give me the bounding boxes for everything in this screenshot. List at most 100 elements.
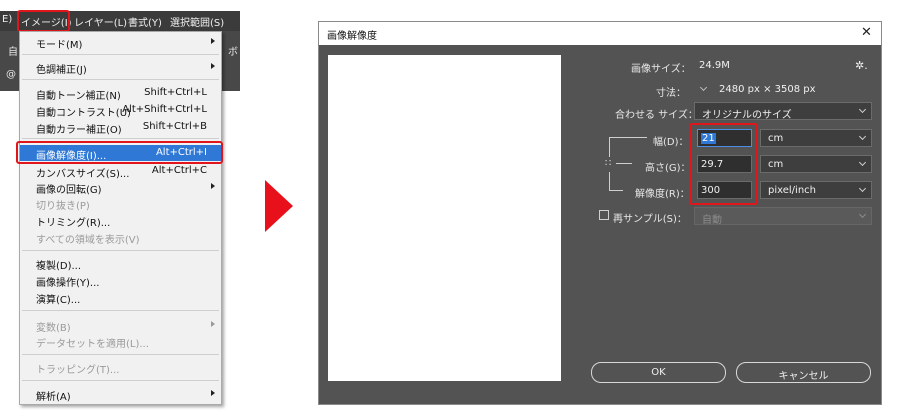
menu-item-analysis[interactable]: 解析(A) <box>20 386 221 403</box>
link-bracket-bottom-line <box>609 190 623 191</box>
menu-item-label: 解析(A) <box>36 392 71 403</box>
image-size-value: 24.9M <box>699 60 730 71</box>
ok-button[interactable]: OK <box>591 362 726 383</box>
image-size-label: 画像サイズ： <box>631 64 691 75</box>
menu-item-shortcut: Shift+Ctrl+L <box>144 87 207 98</box>
menu-item-label: カンバスサイズ(S)... <box>36 169 130 180</box>
submenu-arrow-icon <box>211 63 215 69</box>
menu-item-duplicate[interactable]: 複製(D)... <box>20 255 221 272</box>
menu-item-image-rotation[interactable]: 画像の回転(G) <box>20 179 221 196</box>
behind-text-3: @ <box>6 69 16 80</box>
link-bracket-bottom <box>609 172 610 190</box>
menu-item-auto-color[interactable]: 自動カラー補正(O) Shift+Ctrl+B <box>20 119 221 136</box>
submenu-arrow-icon <box>211 183 215 189</box>
chevron-down-icon <box>858 158 867 167</box>
height-unit-select[interactable]: cm <box>760 155 872 173</box>
menu-item-label: 変数(B) <box>36 323 71 334</box>
submenu-arrow-icon <box>211 390 215 396</box>
menu-item-label: 自動コントラスト(U) <box>36 108 131 119</box>
chevron-down-icon <box>858 132 867 141</box>
menu-item-variables: 変数(B) <box>20 317 221 334</box>
menu-divider <box>22 250 219 251</box>
menu-item-label: 画像操作(Y)... <box>36 278 100 289</box>
callout-image-menu <box>17 10 70 32</box>
submenu-arrow-icon <box>211 321 215 327</box>
menu-item-shortcut: Shift+Ctrl+B <box>142 121 207 132</box>
ok-button-label: OK <box>651 367 666 378</box>
menubar-item-type[interactable]: 書式(Y) <box>128 14 162 29</box>
menu-item-label: トラッピング(T)... <box>36 365 120 376</box>
menu-item-mode[interactable]: モード(M) <box>20 34 221 51</box>
menu-divider <box>22 310 219 311</box>
menubar-item-edit[interactable]: E) <box>2 14 12 25</box>
menu-item-label: 色調補正(J) <box>36 65 87 76</box>
menu-item-label: すべての領域を表示(V) <box>36 235 140 246</box>
menu-item-auto-tone[interactable]: 自動トーン補正(N) Shift+Ctrl+L <box>20 85 221 102</box>
menu-divider <box>22 79 219 80</box>
behind-text-2: ボ <box>228 47 238 58</box>
image-preview[interactable] <box>328 55 561 381</box>
close-icon[interactable]: ✕ <box>861 25 872 40</box>
menu-item-label: 自動カラー補正(O) <box>36 125 122 136</box>
right-arrow-icon <box>265 180 293 232</box>
image-size-dialog: 画像解像度 ✕ 画像サイズ： 24.9M ✲. 寸法： 2480 px × 35… <box>318 21 882 405</box>
link-bracket-mid-line <box>616 163 632 164</box>
chevron-down-icon <box>858 105 867 114</box>
menu-divider <box>22 354 219 355</box>
menu-item-auto-contrast[interactable]: 自動コントラスト(U) Alt+Shift+Ctrl+L <box>20 102 221 119</box>
menu-item-apply-data-set: データセットを適用(L)... <box>20 333 221 350</box>
resample-value: 自動 <box>702 215 722 226</box>
width-unit-select[interactable]: cm <box>760 129 872 147</box>
link-bracket-top <box>609 137 610 157</box>
callout-image-size-item <box>16 141 223 164</box>
menu-divider <box>22 138 219 139</box>
menu-item-label: データセットを適用(L)... <box>36 339 149 350</box>
chain-link-icon[interactable]: ∷ <box>605 158 611 169</box>
menubar-item-select[interactable]: 選択範囲(S) <box>170 14 224 29</box>
menu-item-shortcut: Alt+Shift+Ctrl+L <box>122 104 207 115</box>
dialog-title: 画像解像度 <box>327 31 377 42</box>
fit-to-label: 合わせる サイズ： <box>615 110 698 121</box>
width-unit-value: cm <box>768 133 784 144</box>
resolution-unit-value: pixel/inch <box>768 185 816 196</box>
cancel-button[interactable]: キャンセル <box>736 362 871 383</box>
menu-item-reveal-all: すべての領域を表示(V) <box>20 229 221 246</box>
height-unit-value: cm <box>768 159 784 170</box>
menu-item-apply-image[interactable]: 画像操作(Y)... <box>20 272 221 289</box>
menu-item-trapping: トラッピング(T)... <box>20 359 221 376</box>
chevron-down-icon <box>858 210 867 219</box>
submenu-arrow-icon <box>211 38 215 44</box>
height-label: 高さ(G)： <box>645 163 691 174</box>
dialog-titlebar: 画像解像度 ✕ <box>319 22 881 45</box>
menu-item-adjustments[interactable]: 色調補正(J) <box>20 59 221 76</box>
resample-label: 再サンプル(S)： <box>613 214 687 225</box>
menu-item-calculations[interactable]: 演算(C)... <box>20 289 221 306</box>
menu-item-crop: 切り抜き(P) <box>20 195 221 212</box>
menubar-item-layer[interactable]: レイヤー(L) <box>74 14 127 29</box>
menu-item-shortcut: Alt+Ctrl+C <box>151 165 207 176</box>
resolution-label: 解像度(R)： <box>635 189 690 200</box>
menu-item-trim[interactable]: トリミング(R)... <box>20 212 221 229</box>
resample-checkbox[interactable] <box>599 210 609 220</box>
cancel-button-label: キャンセル <box>778 371 829 382</box>
resolution-unit-select[interactable]: pixel/inch <box>760 181 872 199</box>
chevron-down-icon <box>858 184 867 193</box>
dimensions-chevron-icon[interactable] <box>699 83 708 92</box>
fit-to-select[interactable]: オリジナルのサイズ <box>694 102 872 121</box>
menu-item-label: 演算(C)... <box>36 295 81 306</box>
callout-size-fields <box>689 123 758 205</box>
menu-item-canvas-size[interactable]: カンバスサイズ(S)... Alt+Ctrl+C <box>20 163 221 180</box>
fit-to-value: オリジナルのサイズ <box>702 110 792 121</box>
menu-item-label: 自動トーン補正(N) <box>36 91 121 102</box>
menu-divider <box>22 380 219 381</box>
resample-select: 自動 <box>694 207 872 226</box>
menu-item-label: 画像の回転(G) <box>36 185 102 196</box>
menu-divider <box>22 54 219 55</box>
gear-icon[interactable]: ✲. <box>855 59 868 72</box>
behind-text-1: 自 <box>8 47 18 58</box>
image-menu-dropdown: モード(M) 色調補正(J) 自動トーン補正(N) Shift+Ctrl+L 自… <box>19 31 222 405</box>
menu-item-label: トリミング(R)... <box>36 218 111 229</box>
dimensions-label: 寸法： <box>656 88 686 99</box>
dimensions-value: 2480 px × 3508 px <box>719 84 816 95</box>
menu-item-label: 複製(D)... <box>36 261 82 272</box>
